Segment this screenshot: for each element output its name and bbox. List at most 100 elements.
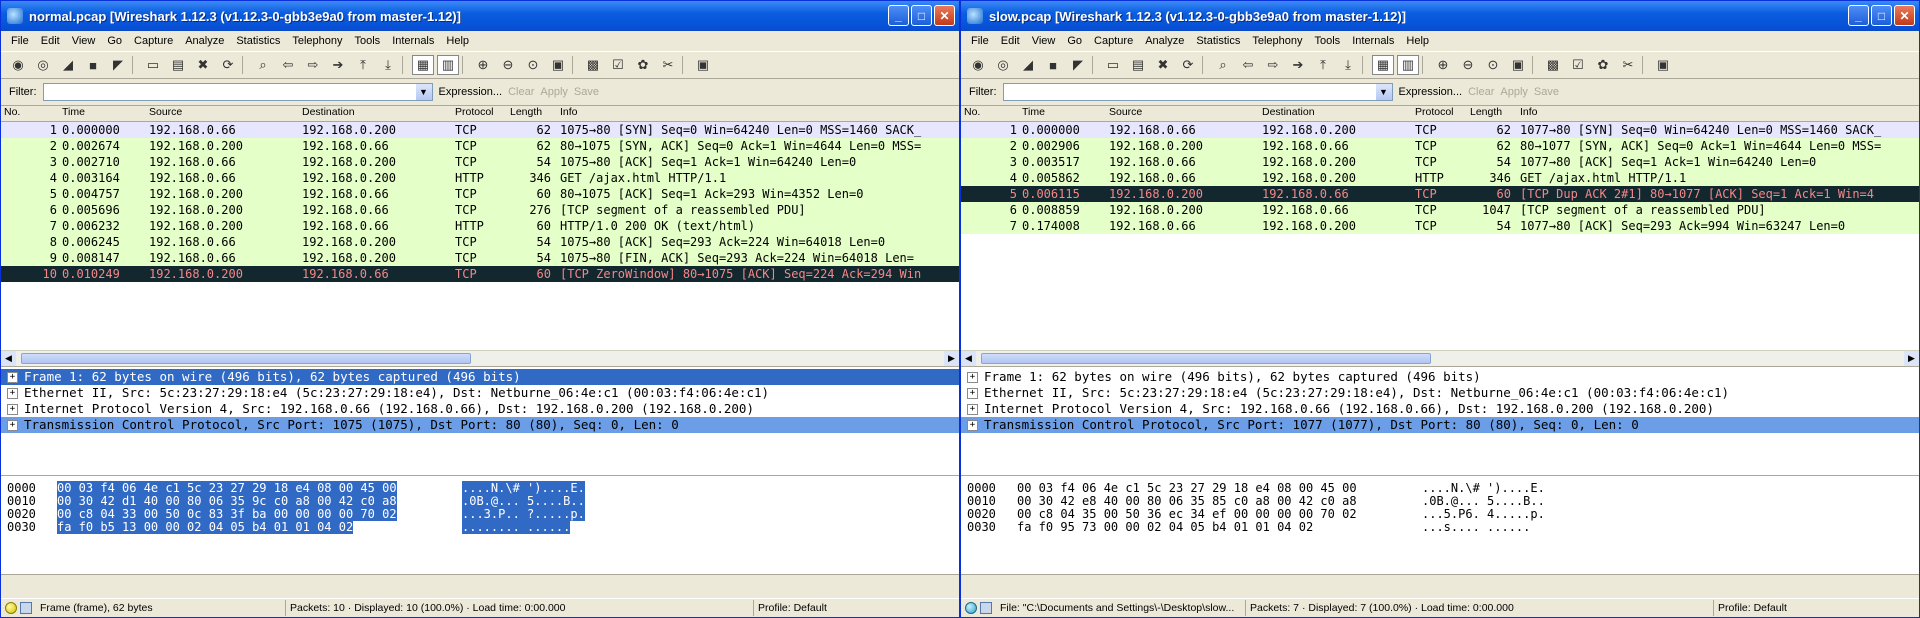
autoscroll-icon[interactable]: ▥ [437,55,459,75]
save-filter-button[interactable]: Save [574,86,599,98]
options-icon[interactable]: ◎ [992,55,1014,75]
close-file-icon[interactable]: ✖ [192,55,214,75]
expression-button[interactable]: Expression... [1399,86,1463,98]
menu-go[interactable]: Go [101,35,128,47]
resize-columns-icon[interactable]: ▣ [1507,55,1529,75]
minimize-button[interactable]: _ [1848,5,1869,26]
packet-row[interactable]: 10 0.010249 192.168.0.200 192.168.0.66 T… [1,266,959,282]
colorize-icon[interactable]: ▦ [1372,55,1394,75]
scroll-thumb[interactable] [21,353,471,364]
normal-size-icon[interactable]: ⊙ [1482,55,1504,75]
first-icon[interactable]: ⤒ [352,55,374,75]
detail-tree-item[interactable]: + Internet Protocol Version 4, Src: 192.1… [961,401,1919,417]
menu-telephony[interactable]: Telephony [1246,35,1308,47]
expert-info-icon[interactable] [965,602,977,614]
scroll-right-icon[interactable]: ▶ [944,351,959,366]
reload-icon[interactable]: ⟳ [1177,55,1199,75]
apply-button[interactable]: Apply [540,86,568,98]
packet-list-hscrollbar[interactable]: ◀ ▶ [1,350,959,367]
chevron-down-icon[interactable]: ▼ [1375,84,1392,100]
packet-row[interactable]: 3 0.002710 192.168.0.66 192.168.0.200 TC… [1,154,959,170]
help-icon[interactable]: ▣ [1652,55,1674,75]
first-icon[interactable]: ⤒ [1312,55,1334,75]
packet-row[interactable]: 7 0.174008 192.168.0.66 192.168.0.200 TC… [961,218,1919,234]
expand-icon[interactable]: + [7,403,18,415]
interfaces-icon[interactable]: ◉ [7,55,29,75]
coloring-rules-icon[interactable]: ✿ [1592,55,1614,75]
packet-row[interactable]: 9 0.008147 192.168.0.66 192.168.0.200 TC… [1,250,959,266]
stop-capture-icon[interactable]: ■ [82,55,104,75]
packet-row[interactable]: 6 0.005696 192.168.0.200 192.168.0.66 TC… [1,202,959,218]
packet-row[interactable]: 2 0.002674 192.168.0.200 192.168.0.66 TC… [1,138,959,154]
display-filter-input[interactable]: ▼ [1002,83,1393,101]
packet-row[interactable]: 5 0.006115 192.168.0.200 192.168.0.66 TC… [961,186,1919,202]
menu-tools[interactable]: Tools [1309,35,1347,47]
expand-icon[interactable]: + [7,419,18,431]
menu-tools[interactable]: Tools [349,35,387,47]
menu-analyze[interactable]: Analyze [1139,35,1190,47]
menu-edit[interactable]: Edit [35,35,66,47]
display-filters-icon[interactable]: ☑ [1567,55,1589,75]
open-icon[interactable]: ▭ [1102,55,1124,75]
status-profile[interactable]: Profile: Default [754,600,959,616]
column-header-source[interactable]: Source [146,106,299,121]
start-capture-icon[interactable]: ◢ [1017,55,1039,75]
detail-tree-item[interactable]: + Frame 1: 62 bytes on wire (496 bits), 6… [1,369,959,385]
capture-filters-icon[interactable]: ▩ [1542,55,1564,75]
menu-help[interactable]: Help [440,35,475,47]
packet-row[interactable]: 3 0.003517 192.168.0.66 192.168.0.200 TC… [961,154,1919,170]
expand-icon[interactable]: + [967,419,978,431]
capture-comment-icon[interactable] [980,602,992,614]
menu-edit[interactable]: Edit [995,35,1026,47]
expression-button[interactable]: Expression... [439,86,503,98]
detail-tree-item[interactable]: + Transmission Control Protocol, Src Port… [961,417,1919,433]
scroll-left-icon[interactable]: ◀ [961,351,976,366]
packet-row[interactable]: 4 0.003164 192.168.0.66 192.168.0.200 HT… [1,170,959,186]
goto-icon[interactable]: ➔ [1287,55,1309,75]
close-file-icon[interactable]: ✖ [1152,55,1174,75]
column-header-protocol[interactable]: Protocol [1412,106,1467,121]
stop-capture-icon[interactable]: ■ [1042,55,1064,75]
capture-comment-icon[interactable] [20,602,32,614]
last-icon[interactable]: ⤓ [377,55,399,75]
detail-tree-item[interactable]: + Frame 1: 62 bytes on wire (496 bits), 6… [961,369,1919,385]
reload-icon[interactable]: ⟳ [217,55,239,75]
column-header-length[interactable]: Length [1467,106,1517,121]
zoom-in-icon[interactable]: ⊕ [472,55,494,75]
packet-row[interactable]: 2 0.002906 192.168.0.200 192.168.0.66 TC… [961,138,1919,154]
menu-analyze[interactable]: Analyze [179,35,230,47]
column-header-length[interactable]: Length [507,106,557,121]
status-profile[interactable]: Profile: Default [1714,600,1919,616]
menu-internals[interactable]: Internals [1346,35,1400,47]
zoom-in-icon[interactable]: ⊕ [1432,55,1454,75]
scroll-thumb[interactable] [981,353,1431,364]
packet-row[interactable]: 8 0.006245 192.168.0.66 192.168.0.200 TC… [1,234,959,250]
preferences-icon[interactable]: ✂ [1617,55,1639,75]
display-filter-input[interactable]: ▼ [42,83,433,101]
menu-statistics[interactable]: Statistics [230,35,286,47]
column-header-protocol[interactable]: Protocol [452,106,507,121]
apply-button[interactable]: Apply [1500,86,1528,98]
column-header-destination[interactable]: Destination [299,106,452,121]
column-header-info[interactable]: Info [557,106,959,121]
resize-columns-icon[interactable]: ▣ [547,55,569,75]
title-bar[interactable]: normal.pcap [Wireshark 1.12.3 (v1.12.3-0… [1,1,959,31]
packet-row[interactable]: 6 0.008859 192.168.0.200 192.168.0.66 TC… [961,202,1919,218]
expand-icon[interactable]: + [967,371,978,383]
menu-capture[interactable]: Capture [1088,35,1139,47]
expert-info-icon[interactable] [5,602,17,614]
menu-view[interactable]: View [1026,35,1062,47]
column-header-source[interactable]: Source [1106,106,1259,121]
title-bar[interactable]: slow.pcap [Wireshark 1.12.3 (v1.12.3-0-g… [961,1,1919,31]
start-capture-icon[interactable]: ◢ [57,55,79,75]
menu-help[interactable]: Help [1400,35,1435,47]
menu-internals[interactable]: Internals [386,35,440,47]
detail-tree-item[interactable]: + Ethernet II, Src: 5c:23:27:29:18:e4 (5c… [961,385,1919,401]
menu-file[interactable]: File [965,35,995,47]
preferences-icon[interactable]: ✂ [657,55,679,75]
menu-view[interactable]: View [66,35,102,47]
chevron-down-icon[interactable]: ▼ [415,84,432,100]
detail-tree-item[interactable]: + Ethernet II, Src: 5c:23:27:29:18:e4 (5c… [1,385,959,401]
column-header-destination[interactable]: Destination [1259,106,1412,121]
last-icon[interactable]: ⤓ [1337,55,1359,75]
